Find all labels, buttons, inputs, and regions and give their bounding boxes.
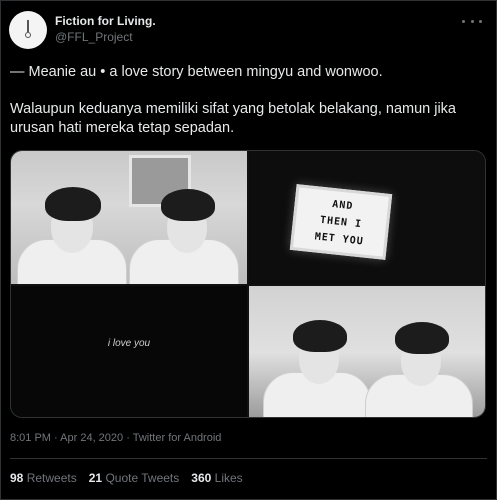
- quotes-stat[interactable]: 21 Quote Tweets: [89, 471, 180, 485]
- tweet-date[interactable]: Apr 24, 2020: [60, 432, 123, 444]
- tweet-time[interactable]: 8:01 PM: [10, 432, 51, 444]
- photo-4[interactable]: [249, 286, 485, 417]
- display-name[interactable]: Fiction for Living.: [55, 14, 156, 29]
- lightbox-sign: AND THEN I MET YOU: [289, 184, 393, 260]
- retweets-label: Retweets: [26, 471, 77, 485]
- tweet-text-line-1: — Meanie au • a love story between mingy…: [10, 64, 383, 80]
- tweet-meta: 8:01 PM · Apr 24, 2020 · Twitter for And…: [10, 432, 221, 444]
- lightbox-line-1: AND: [331, 198, 354, 212]
- quotes-count: 21: [88, 471, 103, 485]
- likes-stat[interactable]: 360 Likes: [191, 471, 242, 485]
- meta-separator: ·: [126, 432, 130, 444]
- quotes-label: Quote Tweets: [105, 471, 180, 485]
- caption-text: i love you: [107, 338, 151, 349]
- avatar[interactable]: [9, 11, 47, 49]
- photo-2[interactable]: AND THEN I MET YOU: [249, 151, 485, 284]
- user-handle[interactable]: @FFL_Project: [55, 29, 156, 45]
- tweet: Fiction for Living. @FFL_Project — Meani…: [0, 0, 497, 500]
- tweet-header: Fiction for Living. @FFL_Project: [9, 11, 488, 51]
- photo-3[interactable]: i love you: [11, 286, 247, 417]
- retweets-count: 98: [10, 471, 24, 485]
- media-grid: AND THEN I MET YOU i love you: [10, 150, 486, 418]
- photo-1[interactable]: [11, 151, 247, 284]
- more-options-icon[interactable]: [462, 13, 482, 29]
- tweet-text: — Meanie au • a love story between mingy…: [10, 63, 490, 156]
- retweets-stat[interactable]: 98 Retweets: [10, 471, 77, 485]
- tweet-client[interactable]: Twitter for Android: [133, 432, 222, 444]
- author-names: Fiction for Living. @FFL_Project: [55, 14, 156, 45]
- meta-separator: ·: [54, 432, 58, 444]
- likes-label: Likes: [214, 471, 243, 485]
- tweet-text-line-2: Walaupun keduanya memiliki sifat yang be…: [10, 101, 456, 136]
- logo-icon: [21, 20, 35, 40]
- divider: [10, 458, 487, 459]
- likes-count: 360: [191, 471, 212, 485]
- tweet-stats: 98 Retweets 21 Quote Tweets 360 Likes: [10, 471, 243, 485]
